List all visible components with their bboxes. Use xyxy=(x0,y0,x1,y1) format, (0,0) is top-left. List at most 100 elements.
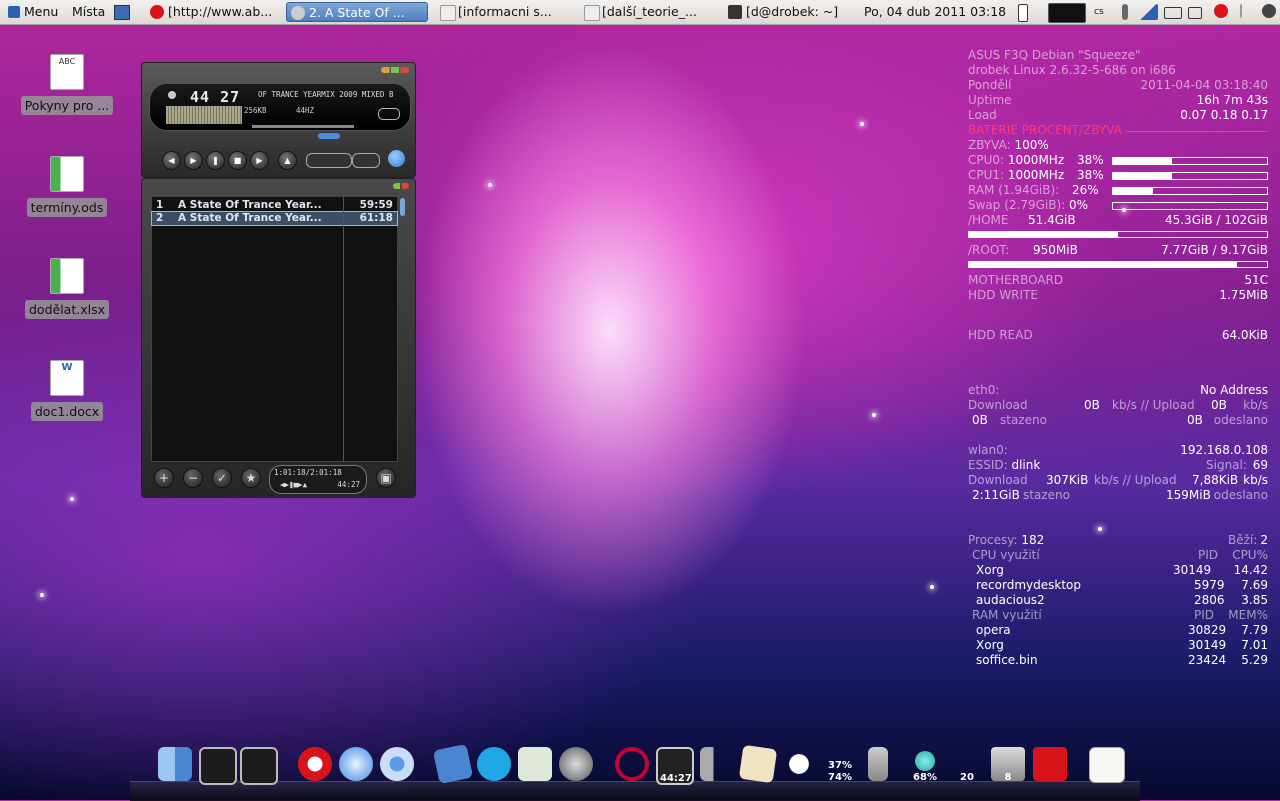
system-monitor-icon[interactable] xyxy=(240,747,278,785)
desktop-icon-doc1[interactable]: W doc1.docx xyxy=(24,360,110,421)
conky-wlan-up: 7,88KiB xyxy=(1192,473,1239,487)
volume-slider[interactable] xyxy=(252,125,354,128)
opera-tray-icon[interactable] xyxy=(1214,4,1228,18)
safari-icon[interactable] xyxy=(339,747,373,781)
playlist-menu-button[interactable]: ▣ xyxy=(376,468,396,488)
weather-top: 37% xyxy=(828,760,852,771)
wallpaper-star xyxy=(70,497,74,501)
conky-eth-down: 0B xyxy=(1084,398,1100,412)
conky-eth-total-down-label: stazeno xyxy=(1000,413,1047,427)
desktop-icon-dodelat[interactable]: dodělat.xlsx xyxy=(24,258,110,319)
conky-cpu-pct-header: CPU% xyxy=(1232,548,1268,562)
playlist-row[interactable]: 2 A State Of Trance Year... 61:18 xyxy=(151,211,398,226)
repeat-button[interactable] xyxy=(352,153,380,168)
task-opera[interactable]: [http://www.ab... xyxy=(146,2,280,22)
conky-battery-rule xyxy=(1126,131,1268,132)
conky-cpu0-label: CPU0: xyxy=(968,153,1005,167)
select-button[interactable]: ✓ xyxy=(212,468,232,488)
conky-ram-pct: 26% xyxy=(1072,183,1099,197)
eject-button[interactable]: ▲ xyxy=(278,151,297,170)
swap-bar xyxy=(1112,202,1268,210)
desktop-icon-terminy[interactable]: termíny.ods xyxy=(24,156,110,217)
task-audacious[interactable]: 2. A State Of ... xyxy=(286,2,428,22)
bluetooth-icon[interactable] xyxy=(1240,4,1250,18)
proc-name: Xorg xyxy=(976,563,1004,577)
trash-icon[interactable]: 8 xyxy=(991,747,1025,783)
audacious-dock-icon[interactable]: 44:27 xyxy=(656,747,694,785)
keyboard-layout-indicator[interactable]: cs xyxy=(1094,0,1104,24)
conky-cpu-table-label: CPU využití xyxy=(972,548,1040,562)
conky-eth-unit: kb/s xyxy=(1243,398,1268,412)
pidgin-icon[interactable] xyxy=(432,743,474,785)
skype-icon[interactable] xyxy=(477,747,511,781)
chrome-icon[interactable] xyxy=(380,747,414,781)
clock-text: Po, 04 dub 2011 03:18 xyxy=(864,4,1007,19)
desktop-icon-label: dodělat.xlsx xyxy=(25,300,109,319)
conky-eth-total-up: 0B xyxy=(1187,413,1203,427)
track-title: A State Of Trance Year... xyxy=(178,212,322,224)
shutdown-icon[interactable] xyxy=(1033,747,1067,781)
mini-controls[interactable]: ◀▶❚■▶▲ xyxy=(280,480,307,489)
workspace-count-icon[interactable]: 20 xyxy=(950,747,984,783)
misc-button[interactable]: ★ xyxy=(241,468,261,488)
desktop-icon-pokyny[interactable]: ABC Pokyny pro ... xyxy=(20,54,114,115)
clock[interactable]: Po, 04 dub 2011 03:18 xyxy=(864,0,1006,24)
conky-root-label: /ROOT: xyxy=(968,243,1010,257)
debian-icon[interactable] xyxy=(615,747,649,781)
shuffle-button[interactable] xyxy=(306,153,352,168)
volume-dock-icon[interactable] xyxy=(700,747,734,781)
power-icon[interactable] xyxy=(1164,7,1182,19)
previous-button[interactable]: ◀ xyxy=(162,151,181,170)
conky-cpu1-label: CPU1: xyxy=(968,168,1005,182)
task-informacni[interactable]: [informacni s... xyxy=(436,2,572,22)
playlist-row[interactable]: 1 A State Of Trance Year... 59:59 xyxy=(152,199,397,212)
update-icon[interactable] xyxy=(1262,4,1276,18)
audacious-playlist-window[interactable]: 1 A State Of Trance Year... 59:59 2 A St… xyxy=(141,178,416,498)
task-terminal[interactable]: [d@drobek: ~] xyxy=(724,2,852,22)
conky-eth-addr: No Address xyxy=(1200,383,1268,397)
volume-icon[interactable] xyxy=(1122,4,1128,20)
wifi-signal-icon[interactable] xyxy=(1138,4,1158,20)
opera-dock-icon[interactable] xyxy=(298,747,332,781)
globe-icon[interactable]: 68% xyxy=(908,747,942,783)
desktop-icon-label: Pokyny pro ... xyxy=(20,96,114,115)
conky-hddw: 1.75MiB xyxy=(1219,288,1268,302)
conky-eth-total-up-label: odeslano xyxy=(1213,413,1268,427)
playlist-area[interactable]: 1 A State Of Trance Year... 59:59 2 A St… xyxy=(151,196,398,462)
proc-pid: 30829 xyxy=(1188,623,1227,637)
stop-button[interactable]: ■ xyxy=(228,151,247,170)
audacious-main-window[interactable]: 44 27 OF TRANCE YEARMIX 2009 MIXED B 256… xyxy=(141,62,416,178)
add-button[interactable]: + xyxy=(154,468,174,488)
mail-dock-icon[interactable] xyxy=(518,747,552,781)
text-editor-icon[interactable] xyxy=(1089,747,1125,783)
task-dalsi-teorie[interactable]: [další_teorie_... xyxy=(580,2,716,22)
ram-bar-fill xyxy=(1113,188,1154,194)
battery-icon[interactable] xyxy=(1018,4,1028,22)
mini-transport[interactable]: 1:01:18/2:01:18 ◀▶❚■▶▲ 44:27 xyxy=(269,465,367,494)
trash-count: 8 xyxy=(1004,772,1012,783)
balance-slider[interactable] xyxy=(318,133,340,139)
window-buttons[interactable] xyxy=(381,67,409,73)
workspace-switcher[interactable] xyxy=(1048,3,1086,23)
mail-icon[interactable] xyxy=(1188,7,1202,19)
show-desktop-icon[interactable] xyxy=(114,5,130,20)
weather-icon[interactable]: 37% 74% xyxy=(823,747,857,783)
battery-dock-icon[interactable] xyxy=(868,747,888,781)
conky-wlan-unit: kb/s xyxy=(1243,473,1268,487)
brightness-icon[interactable] xyxy=(782,747,816,781)
notes-icon[interactable] xyxy=(738,744,778,784)
track-number: 2 xyxy=(156,212,164,224)
finder-icon[interactable] xyxy=(158,747,192,781)
play-button[interactable]: ▶ xyxy=(184,151,203,170)
menu-button[interactable]: Menu xyxy=(6,0,58,24)
conky-essid-label: ESSID: xyxy=(968,458,1008,472)
remove-button[interactable]: − xyxy=(183,468,203,488)
gimp-icon[interactable] xyxy=(559,747,593,781)
next-button[interactable]: ▶ xyxy=(250,151,269,170)
window-buttons[interactable] xyxy=(393,183,409,189)
conky-home-free: 45.3GiB / 102GiB xyxy=(1164,213,1268,227)
pause-button[interactable]: ❚ xyxy=(206,151,225,170)
playlist-scrollbar[interactable] xyxy=(400,198,405,216)
places-button[interactable]: Místa xyxy=(72,0,105,24)
terminal-dock-icon[interactable] xyxy=(199,747,237,785)
